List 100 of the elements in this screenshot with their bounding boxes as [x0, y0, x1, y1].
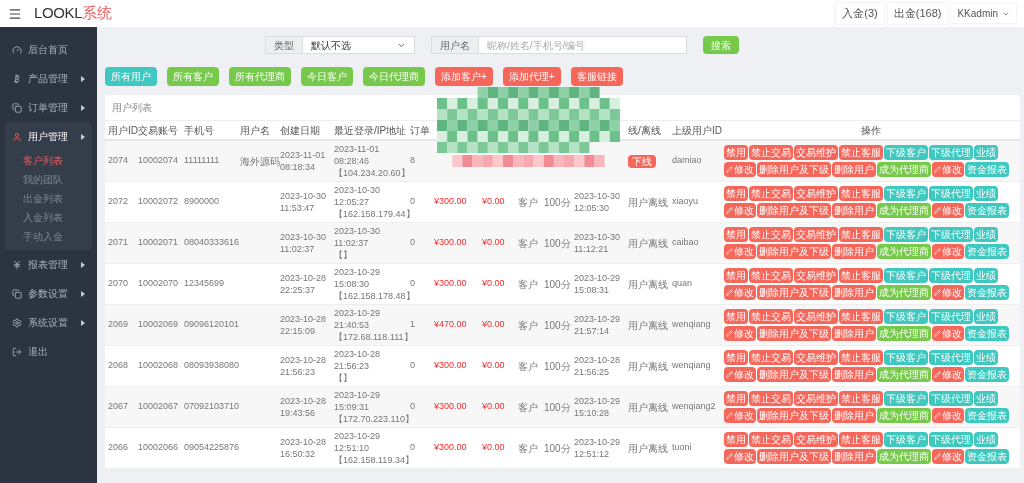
filter-button[interactable]: 所有客户	[167, 66, 219, 86]
action-button[interactable]: 下级代理	[929, 227, 973, 242]
action-button[interactable]: 删除用户	[832, 408, 876, 423]
action-button[interactable]: 修改	[932, 244, 964, 259]
action-button[interactable]: 下级代理	[929, 432, 973, 447]
action-button[interactable]: 修改	[932, 285, 964, 300]
action-button[interactable]: 下级代理	[929, 145, 973, 160]
action-button[interactable]: 成为代理商	[877, 162, 931, 177]
action-button[interactable]: 资金报表	[965, 367, 1009, 382]
action-button[interactable]: 下级客户	[884, 145, 928, 160]
action-button[interactable]: 下级代理	[929, 309, 973, 324]
action-button[interactable]: 下级代理	[929, 186, 973, 201]
action-button[interactable]: 删除用户及下级	[757, 162, 831, 177]
action-button[interactable]: 资金报表	[965, 162, 1009, 177]
action-button[interactable]: 交易维护	[794, 186, 838, 201]
action-button[interactable]: 资金报表	[965, 203, 1009, 218]
action-button[interactable]: 禁止交易	[749, 145, 793, 160]
sidebar-item[interactable]: 后台首页	[5, 35, 92, 64]
action-button[interactable]: 修改	[932, 408, 964, 423]
sidebar-subitem[interactable]: 我的团队	[5, 170, 92, 189]
action-button[interactable]: 修改	[932, 367, 964, 382]
type-select[interactable]: 默认不选	[303, 36, 415, 54]
action-button[interactable]: 业绩	[974, 186, 998, 201]
filter-button[interactable]: 所有用户	[105, 66, 157, 86]
action-button[interactable]: 修改	[932, 162, 964, 177]
action-button[interactable]: 业绩	[974, 432, 998, 447]
action-button[interactable]: 资金报表	[965, 449, 1009, 464]
action-button[interactable]: 修改	[724, 449, 756, 464]
action-button[interactable]: 禁用	[724, 186, 748, 201]
sidebar-item[interactable]: 系统设置	[5, 308, 92, 337]
action-button[interactable]: 删除用户及下级	[757, 449, 831, 464]
action-button[interactable]: 成为代理商	[877, 367, 931, 382]
action-button[interactable]: 交易维护	[794, 309, 838, 324]
action-button[interactable]: 修改	[724, 285, 756, 300]
action-button[interactable]: 禁止客服	[839, 227, 883, 242]
action-button[interactable]: 成为代理商	[877, 449, 931, 464]
action-button[interactable]: 修改	[932, 326, 964, 341]
sidebar-item[interactable]: 报表管理	[5, 250, 92, 279]
action-button[interactable]: 禁止交易	[749, 186, 793, 201]
filter-button[interactable]: 今日客户	[301, 66, 353, 86]
action-button[interactable]: 禁止交易	[749, 268, 793, 283]
action-button[interactable]: 成为代理商	[877, 326, 931, 341]
action-button[interactable]: 资金报表	[965, 285, 1009, 300]
action-button[interactable]: 下级客户	[884, 268, 928, 283]
action-button[interactable]: 修改	[724, 203, 756, 218]
action-button[interactable]: 删除用户及下级	[757, 408, 831, 423]
action-button[interactable]: 禁止客服	[839, 268, 883, 283]
action-button[interactable]: 禁止客服	[839, 186, 883, 201]
action-button[interactable]: 禁止客服	[839, 391, 883, 406]
action-button[interactable]: 修改	[724, 326, 756, 341]
action-button[interactable]: 成为代理商	[877, 203, 931, 218]
action-button[interactable]: 下级客户	[884, 391, 928, 406]
action-button[interactable]: 下级代理	[929, 391, 973, 406]
action-button[interactable]: 资金报表	[965, 326, 1009, 341]
action-button[interactable]: 删除用户	[832, 326, 876, 341]
menu-icon[interactable]	[8, 6, 22, 21]
action-button[interactable]: 下级客户	[884, 432, 928, 447]
action-button[interactable]: 禁止客服	[839, 432, 883, 447]
sidebar-item[interactable]: 退出	[5, 337, 92, 366]
action-button[interactable]: 禁止交易	[749, 432, 793, 447]
sidebar-subitem[interactable]: 出金列表	[5, 189, 92, 208]
action-button[interactable]: 删除用户	[832, 367, 876, 382]
action-button[interactable]: 禁止客服	[839, 350, 883, 365]
search-field[interactable]: 昵称/姓名/手机号/编号	[479, 36, 687, 54]
action-button[interactable]: 业绩	[974, 145, 998, 160]
action-button[interactable]: 禁止客服	[839, 145, 883, 160]
search-button[interactable]: 搜索	[703, 36, 739, 54]
sidebar-item[interactable]: 用户管理	[5, 122, 92, 151]
action-button[interactable]: 资金报表	[965, 244, 1009, 259]
action-button[interactable]: 禁用	[724, 391, 748, 406]
sidebar-subitem[interactable]: 客户列表	[5, 151, 92, 170]
action-button[interactable]: 下级客户	[884, 350, 928, 365]
action-button[interactable]: 资金报表	[965, 408, 1009, 423]
action-button[interactable]: 下级客户	[884, 309, 928, 324]
user-menu[interactable]: KKadmin	[951, 4, 1016, 23]
action-button[interactable]: 业绩	[974, 391, 998, 406]
filter-button[interactable]: 所有代理商	[229, 66, 291, 86]
action-button[interactable]: 交易维护	[794, 391, 838, 406]
action-button[interactable]: 下级代理	[929, 268, 973, 283]
action-button[interactable]: 禁用	[724, 432, 748, 447]
header-link[interactable]: 入金(3)	[836, 3, 884, 24]
action-button[interactable]: 修改	[724, 244, 756, 259]
action-button[interactable]: 成为代理商	[877, 285, 931, 300]
action-button[interactable]: 业绩	[974, 350, 998, 365]
filter-button[interactable]: 客服链接	[570, 66, 623, 86]
action-button[interactable]: 下级客户	[884, 227, 928, 242]
sidebar-item[interactable]: 参数设置	[5, 279, 92, 308]
action-button[interactable]: 禁用	[724, 145, 748, 160]
sidebar-subitem[interactable]: 手动入金	[5, 227, 92, 246]
filter-button[interactable]: 添加代理+	[502, 66, 561, 86]
sidebar-item[interactable]: 订单管理	[5, 93, 92, 122]
action-button[interactable]: 删除用户及下级	[757, 203, 831, 218]
action-button[interactable]: 禁用	[724, 268, 748, 283]
filter-button[interactable]: 今日代理商	[363, 66, 425, 86]
action-button[interactable]: 删除用户及下级	[757, 285, 831, 300]
sidebar-item[interactable]: 产品管理	[5, 64, 92, 93]
action-button[interactable]: 下级客户	[884, 186, 928, 201]
action-button[interactable]: 删除用户	[832, 285, 876, 300]
action-button[interactable]: 修改	[724, 408, 756, 423]
action-button[interactable]: 成为代理商	[877, 244, 931, 259]
